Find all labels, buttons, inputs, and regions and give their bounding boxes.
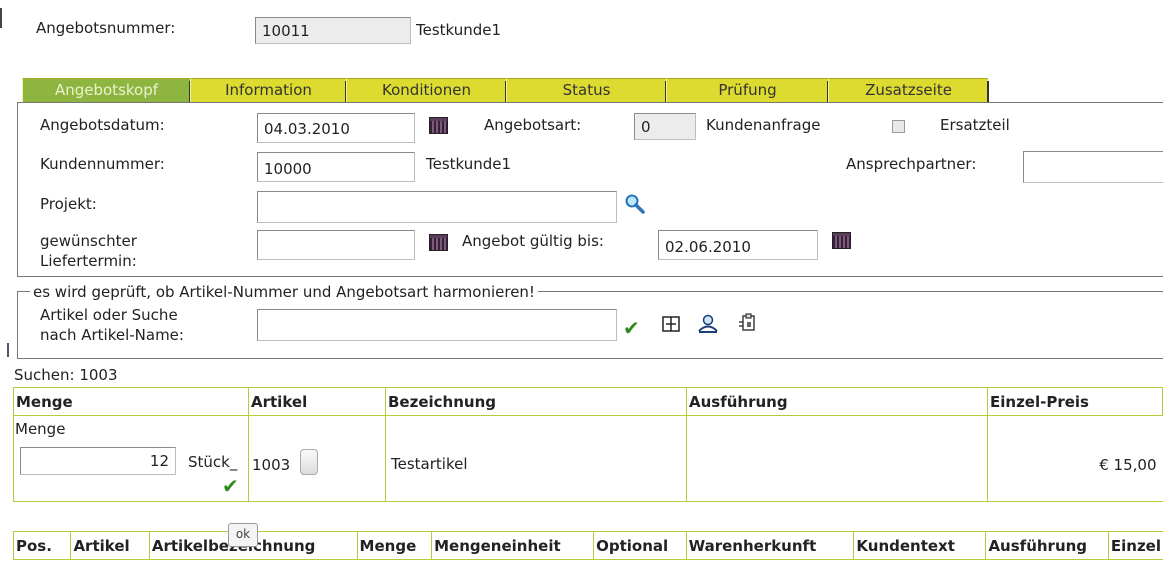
column-header-ausfuehrung: Ausführung <box>686 387 988 416</box>
tab-label: Status <box>562 81 611 99</box>
menge-label: Menge <box>15 420 66 438</box>
positions-table: Pos. Artikel Artikelbezeichnung Menge Me… <box>12 531 1163 560</box>
column-header-ausfuehrung: Ausführung <box>985 531 1109 560</box>
delivery-date-label-line2: Liefertermin: <box>40 252 137 270</box>
einzelpreis-cell: € 15,00 <box>987 415 1163 502</box>
clipboard-icon[interactable] <box>738 313 758 333</box>
tab-pruefung[interactable]: Prüfung <box>666 78 829 103</box>
unit-label: Stück_ <box>188 453 238 471</box>
header-customer-name: Testkunde1 <box>416 21 502 39</box>
column-header-bezeichnung: Bezeichnung <box>385 387 687 416</box>
menge-cell: Menge 12 Stück_ ✔ <box>13 415 249 502</box>
offer-number-field[interactable]: 10011 <box>255 17 411 44</box>
column-header-pos: Pos. <box>12 531 72 560</box>
tab-konditionen[interactable]: Konditionen <box>346 78 507 103</box>
window-edge-line <box>0 8 2 28</box>
offer-number-label: Angebotsnummer: <box>36 19 176 37</box>
calendar-icon[interactable] <box>832 232 851 249</box>
offer-type-label: Angebotsart: <box>484 116 582 134</box>
tab-angebotskopf[interactable]: Angebotskopf <box>22 78 191 103</box>
article-select-button[interactable] <box>300 449 318 475</box>
insert-icon[interactable] <box>662 316 680 332</box>
article-description: Testartikel <box>391 455 468 473</box>
table-header-row: Pos. Artikel Artikelbezeichnung Menge Me… <box>12 531 1163 560</box>
column-header-menge: Menge <box>356 531 433 560</box>
search-result-table: Menge Artikel Bezeichnung Ausführung Ein… <box>13 387 1163 502</box>
search-caption: Suchen: 1003 <box>14 366 118 384</box>
user-icon[interactable] <box>697 314 719 334</box>
article-search-label-line1: Artikel oder Suche <box>40 306 178 324</box>
unit-price: € 15,00 <box>1099 456 1157 474</box>
customer-number-label: Kundennummer: <box>40 155 165 173</box>
artikel-cell: 1003 <box>248 415 386 502</box>
tab-label: Zusatzseite <box>865 81 952 99</box>
column-header-artikel: Artikel <box>248 387 386 416</box>
column-header-menge: Menge <box>13 387 249 416</box>
table-header-row: Menge Artikel Bezeichnung Ausführung Ein… <box>13 387 1163 416</box>
project-input[interactable] <box>257 191 617 223</box>
table-row: Menge 12 Stück_ ✔ 1003 Testartikel € 15,… <box>13 415 1163 502</box>
bezeichnung-cell: Testartikel <box>385 415 687 502</box>
offer-date-label: Angebotsdatum: <box>40 116 165 134</box>
quantity-input[interactable]: 12 <box>20 447 176 475</box>
column-header-artikel: Artikel <box>70 531 150 560</box>
tab-status[interactable]: Status <box>506 78 667 103</box>
customer-number-name: Testkunde1 <box>426 155 512 173</box>
column-header-mengeneinheit: Mengeneinheit <box>431 531 595 560</box>
calendar-icon[interactable] <box>429 234 448 251</box>
offer-date-input[interactable]: 04.03.2010 <box>257 113 415 143</box>
column-header-kundentext: Kundentext <box>853 531 987 560</box>
contact-label: Ansprechpartner: <box>846 155 977 173</box>
column-header-einzelpreis: Einzel-Preis <box>987 387 1163 416</box>
ausfuehrung-cell <box>686 415 988 502</box>
search-icon[interactable] <box>624 193 646 215</box>
tab-label: Konditionen <box>382 81 471 99</box>
tab-zusatzseite[interactable]: Zusatzseite <box>828 78 989 103</box>
spare-part-checkbox[interactable] <box>892 120 905 133</box>
offer-type-input[interactable]: 0 <box>634 113 696 140</box>
column-header-einzel: Einzel <box>1107 531 1163 560</box>
window-edge-mark <box>7 343 9 357</box>
tab-label: Prüfung <box>718 81 777 99</box>
calendar-icon[interactable] <box>429 117 448 134</box>
article-search-legend: es wird geprüft, ob Artikel-Nummer und A… <box>30 283 538 301</box>
spare-part-label: Ersatzteil <box>940 116 1010 134</box>
project-label: Projekt: <box>40 195 97 213</box>
customer-number-input[interactable]: 10000 <box>257 152 415 182</box>
tab-label: Angebotskopf <box>54 81 159 99</box>
valid-until-label: Angebot gültig bis: <box>462 232 604 250</box>
tab-label: Information <box>225 81 312 99</box>
column-header-optional: Optional <box>593 531 687 560</box>
delivery-date-input[interactable] <box>257 230 415 260</box>
contact-input[interactable] <box>1023 151 1163 183</box>
article-search-label-line2: nach Artikel-Name: <box>40 326 184 344</box>
column-header-warenherkunft: Warenherkunft <box>685 531 855 560</box>
article-number: 1003 <box>252 456 291 474</box>
confirm-quantity-icon[interactable]: ✔ <box>222 474 239 498</box>
offer-type-text: Kundenanfrage <box>706 116 821 134</box>
valid-until-input[interactable]: 02.06.2010 <box>658 230 818 260</box>
tab-information[interactable]: Information <box>190 78 347 103</box>
delivery-date-label-line1: gewünschter <box>40 232 137 250</box>
article-search-input[interactable] <box>257 309 617 341</box>
ok-button[interactable]: ok <box>228 523 258 547</box>
confirm-check-icon[interactable]: ✔ <box>623 318 640 338</box>
